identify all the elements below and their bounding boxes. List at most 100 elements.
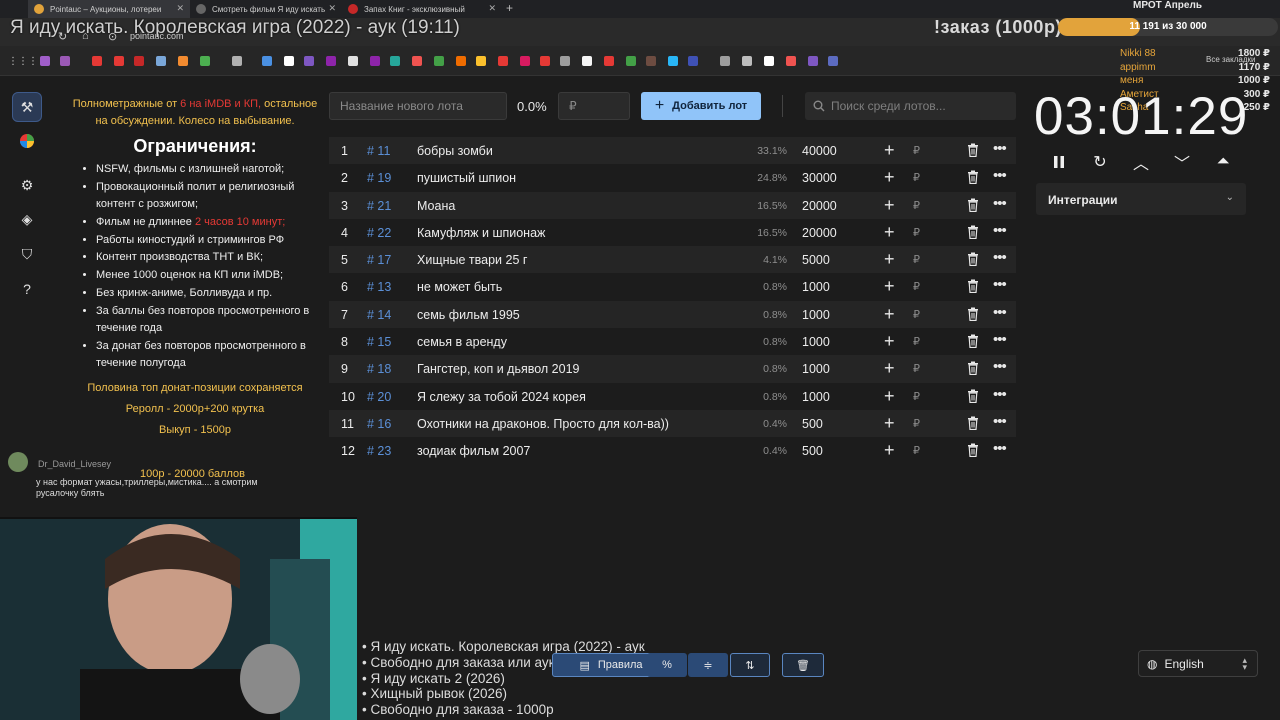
clear-lots-icon[interactable]: 🗑 — [782, 653, 824, 677]
bookmark-icon[interactable] — [560, 56, 570, 66]
add-amount-icon[interactable]: + — [884, 222, 895, 243]
browser-tab-books[interactable]: Запах Книг - эксклюзивный ✕ — [342, 0, 502, 18]
bookmark-icon[interactable] — [60, 56, 70, 66]
lot-amount[interactable]: 40000 — [802, 144, 837, 158]
double-chevron-up-icon[interactable]: ⏶ — [1211, 150, 1235, 174]
delete-lot-icon[interactable] — [967, 279, 979, 294]
more-options-icon[interactable]: ••• — [993, 276, 1007, 293]
lot-name[interactable]: Я слежу за тобой 2024 корея — [417, 390, 586, 404]
close-tab-icon[interactable]: ✕ — [176, 3, 184, 14]
auction-gavel-icon[interactable]: ⚒ — [12, 92, 42, 122]
lot-currency-icon[interactable]: ₽ — [913, 335, 920, 348]
add-amount-icon[interactable]: + — [884, 358, 895, 379]
bookmark-icon[interactable] — [304, 56, 314, 66]
add-amount-icon[interactable]: + — [884, 276, 895, 297]
help-icon[interactable]: ? — [12, 274, 42, 304]
bookmark-icon[interactable] — [720, 56, 730, 66]
bookmark-icon[interactable] — [668, 56, 678, 66]
lot-currency-icon[interactable]: ₽ — [913, 444, 920, 457]
delete-lot-icon[interactable] — [967, 225, 979, 239]
more-options-icon[interactable]: ••• — [993, 358, 1007, 375]
lot-amount[interactable]: 1000 — [802, 280, 830, 294]
lot-name[interactable]: Камуфляж и шпионаж — [417, 226, 545, 240]
lot-amount[interactable]: 30000 — [802, 171, 837, 185]
delete-lot-icon[interactable] — [967, 361, 979, 376]
add-amount-icon[interactable]: + — [884, 331, 895, 352]
add-amount-icon[interactable]: + — [884, 386, 895, 407]
browser-tab-movie[interactable]: Смотреть фильм Я иду искать ✕ — [190, 0, 342, 18]
lot-name[interactable]: зодиак фильм 2007 — [417, 444, 530, 458]
more-options-icon[interactable]: ••• — [993, 222, 1007, 239]
bookmark-icon[interactable] — [456, 56, 466, 66]
lot-name[interactable]: бобры зомби — [417, 144, 493, 158]
browser-tab-pointauc[interactable]: Pointauc – Аукционы, лотереи ✕ — [28, 0, 190, 18]
new-lot-name-input[interactable]: Название нового лота — [329, 92, 507, 120]
add-lot-button[interactable]: + Добавить лот — [641, 92, 761, 120]
lot-amount[interactable]: 5000 — [802, 253, 830, 267]
lot-currency-icon[interactable]: ₽ — [913, 144, 920, 157]
delete-lot-icon[interactable] — [967, 143, 979, 157]
pause-icon[interactable] — [1047, 150, 1071, 174]
reset-timer-icon[interactable]: ↻ — [1088, 150, 1112, 174]
delete-lot-icon[interactable] — [967, 334, 979, 349]
bookmark-icon[interactable] — [40, 56, 50, 66]
bookmark-icon[interactable] — [786, 56, 796, 66]
bookmark-icon[interactable] — [390, 56, 400, 66]
lot-currency-icon[interactable]: ₽ — [913, 199, 920, 212]
bookmark-icon[interactable] — [370, 56, 380, 66]
bookmark-icon[interactable] — [604, 56, 614, 66]
bookmark-icon[interactable] — [828, 56, 838, 66]
more-options-icon[interactable]: ••• — [993, 413, 1007, 430]
bookmark-icon[interactable] — [498, 56, 508, 66]
more-options-icon[interactable]: ••• — [993, 140, 1007, 157]
add-amount-icon[interactable]: + — [884, 413, 895, 434]
split-icon[interactable]: ≑ — [688, 653, 728, 677]
more-options-icon[interactable]: ••• — [993, 195, 1007, 212]
more-options-icon[interactable]: ••• — [993, 331, 1007, 348]
bookmark-icon[interactable] — [434, 56, 444, 66]
sort-icon[interactable]: ⇅ — [730, 653, 770, 677]
lot-amount[interactable]: 1000 — [802, 308, 830, 322]
shield-icon[interactable]: ⛉ — [12, 239, 42, 269]
lot-amount[interactable]: 500 — [802, 444, 823, 458]
lot-name[interactable]: пушистый шпион — [417, 171, 516, 185]
more-options-icon[interactable]: ••• — [993, 304, 1007, 321]
lot-search-input[interactable]: Поиск среди лотов... — [805, 92, 1016, 120]
layers-icon[interactable]: ◈ — [12, 204, 42, 234]
bookmark-icon[interactable] — [114, 56, 124, 66]
lot-currency-icon[interactable]: ₽ — [913, 171, 920, 184]
lot-name[interactable]: не может быть — [417, 280, 502, 294]
bookmark-icon[interactable] — [626, 56, 636, 66]
bookmark-icon[interactable] — [646, 56, 656, 66]
bookmark-icon[interactable] — [262, 56, 272, 66]
bookmark-icon[interactable] — [540, 56, 550, 66]
add-amount-icon[interactable]: + — [884, 195, 895, 216]
lot-currency-icon[interactable]: ₽ — [913, 417, 920, 430]
bookmark-icon[interactable] — [92, 56, 102, 66]
lot-name[interactable]: Охотники на драконов. Просто для кол-ва)… — [417, 417, 669, 431]
new-tab-icon[interactable]: + — [506, 1, 513, 15]
delete-lot-icon[interactable] — [967, 416, 979, 430]
chevron-down-icon[interactable]: ﹀ — [1170, 150, 1194, 174]
bookmark-icon[interactable] — [808, 56, 818, 66]
lot-name[interactable]: Моана — [417, 199, 455, 213]
bookmark-icon[interactable] — [348, 56, 358, 66]
wheel-icon[interactable] — [12, 126, 42, 156]
lot-currency-icon[interactable]: ₽ — [913, 226, 920, 239]
lot-currency-icon[interactable]: ₽ — [913, 308, 920, 321]
delete-lot-icon[interactable] — [967, 307, 979, 321]
bookmark-icon[interactable] — [476, 56, 486, 66]
delete-lot-icon[interactable] — [967, 443, 979, 458]
add-amount-icon[interactable]: + — [884, 440, 895, 461]
lot-amount[interactable]: 1000 — [802, 362, 830, 376]
delete-lot-icon[interactable] — [967, 198, 979, 212]
language-select[interactable]: ◍ English ▴ ▾ — [1138, 650, 1258, 677]
percent-toggle-icon[interactable]: % — [647, 653, 687, 677]
add-amount-icon[interactable]: + — [884, 140, 895, 161]
bookmark-icon[interactable] — [284, 56, 294, 66]
lot-name[interactable]: семья в аренду — [417, 335, 507, 349]
apps-grid-icon[interactable]: ⋮⋮⋮ — [8, 56, 38, 67]
lot-amount[interactable]: 20000 — [802, 226, 837, 240]
bookmark-icon[interactable] — [156, 56, 166, 66]
lot-amount[interactable]: 1000 — [802, 390, 830, 404]
